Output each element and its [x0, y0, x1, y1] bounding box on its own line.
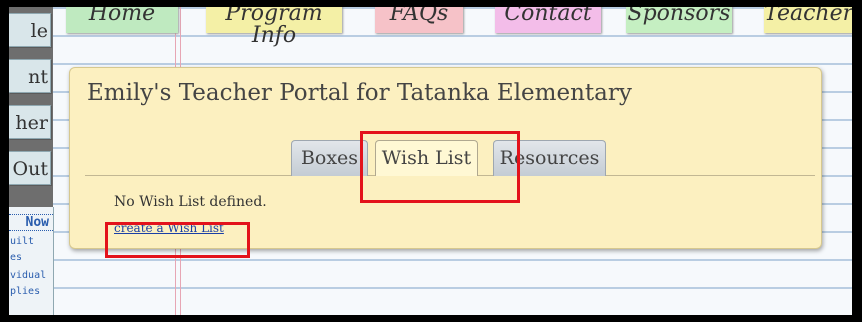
nav-tab-faqs[interactable]: FAQs — [375, 7, 463, 33]
promo-line-4: plies — [10, 286, 41, 297]
promo-line-1: uilt — [10, 236, 35, 247]
promo-line-3: vidual — [10, 270, 47, 281]
no-wish-list-message: No Wish List defined. — [114, 194, 267, 210]
create-wish-list-link[interactable]: create a Wish List — [114, 221, 224, 235]
nav-tab-home[interactable]: Home — [66, 7, 178, 33]
nav-tab-program-info[interactable]: Program Info — [206, 7, 342, 47]
nav-tab-contact[interactable]: Contact — [495, 7, 601, 33]
teacher-portal-panel: Emily's Teacher Portal for Tatanka Eleme… — [69, 67, 822, 249]
promo-line-2: es — [10, 252, 23, 263]
left-sidebar: le nt her Out Now uilt es vidual plies — [9, 7, 54, 315]
nav-tab-teachers[interactable]: Teachers — [764, 7, 852, 33]
sidebar-item-3[interactable]: her — [9, 105, 51, 139]
tab-resources[interactable]: Resources — [493, 140, 606, 176]
promo-now-label: Now — [9, 214, 53, 231]
sidebar-item-2[interactable]: nt — [9, 59, 51, 93]
tab-wish-list[interactable]: Wish List — [375, 140, 478, 176]
tab-boxes[interactable]: Boxes — [291, 140, 368, 176]
sidebar-item-logout[interactable]: Out — [9, 151, 51, 185]
sidebar-item-1[interactable]: le — [9, 13, 51, 47]
page-title: Emily's Teacher Portal for Tatanka Eleme… — [87, 80, 632, 106]
nav-tab-sponsors[interactable]: Sponsors — [626, 7, 732, 33]
sidebar-promo[interactable]: Now uilt es vidual plies — [9, 207, 54, 315]
